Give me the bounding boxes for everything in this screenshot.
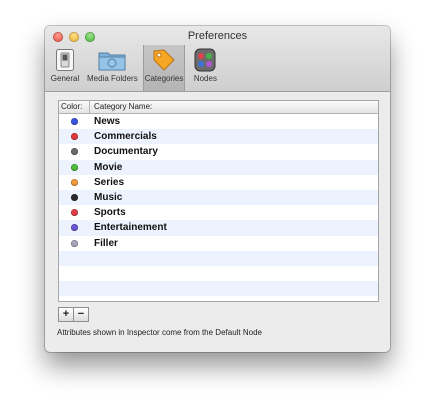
add-category-button[interactable]: + bbox=[58, 307, 74, 322]
column-header-color[interactable]: Color: bbox=[59, 101, 90, 113]
tab-nodes[interactable]: Nodes bbox=[188, 45, 222, 91]
tab-nodes-label: Nodes bbox=[193, 74, 217, 83]
table-row[interactable]: News bbox=[59, 114, 378, 129]
color-dot-icon[interactable] bbox=[71, 148, 78, 156]
table-row[interactable]: Series bbox=[59, 175, 378, 190]
preferences-toolbar: General Media Folders Categories Nodes bbox=[45, 45, 222, 91]
tab-categories[interactable]: Categories bbox=[142, 45, 186, 91]
tag-icon bbox=[149, 47, 179, 73]
light-switch-icon bbox=[50, 47, 80, 73]
table-row[interactable]: Movie bbox=[59, 159, 378, 175]
table-row[interactable]: Commercials bbox=[59, 129, 378, 145]
nodes-icon bbox=[190, 47, 220, 73]
category-name: Filler bbox=[94, 237, 118, 249]
table-body: News Commercials Documentary Movie Serie… bbox=[59, 114, 378, 297]
color-dot-icon[interactable] bbox=[71, 194, 78, 202]
table-row[interactable]: Entertainement bbox=[59, 220, 378, 236]
table-row[interactable]: Filler bbox=[59, 236, 378, 251]
color-dot-icon[interactable] bbox=[71, 178, 78, 186]
tab-general[interactable]: General bbox=[48, 45, 82, 91]
table-row[interactable]: Music bbox=[59, 189, 378, 206]
column-header-category-name[interactable]: Category Name: bbox=[90, 101, 152, 113]
folder-icon bbox=[97, 47, 127, 73]
category-name: Music bbox=[94, 192, 123, 204]
category-name: Sports bbox=[94, 207, 126, 219]
empty-row bbox=[59, 250, 378, 266]
category-name: News bbox=[94, 116, 121, 128]
category-name: Series bbox=[94, 176, 125, 188]
category-name: Entertainement bbox=[94, 222, 167, 234]
category-name: Movie bbox=[94, 161, 123, 173]
title-bar: Preferences General Media Folders Catego… bbox=[45, 26, 390, 92]
table-header: Color: Category Name: bbox=[59, 101, 378, 114]
preferences-window: Preferences General Media Folders Catego… bbox=[45, 26, 390, 352]
table-row[interactable]: Documentary bbox=[59, 144, 378, 159]
color-dot-icon[interactable] bbox=[71, 133, 78, 141]
categories-table: Color: Category Name: News Commercials D… bbox=[58, 100, 379, 302]
tab-categories-label: Categories bbox=[144, 74, 184, 83]
window-title: Preferences bbox=[187, 30, 248, 42]
inspector-note: Attributes shown in Inspector come from … bbox=[57, 328, 262, 337]
color-dot-icon[interactable] bbox=[71, 239, 78, 247]
color-dot-icon[interactable] bbox=[71, 224, 78, 232]
empty-row bbox=[59, 281, 378, 297]
tab-general-label: General bbox=[50, 74, 80, 83]
tab-media-folders-label: Media Folders bbox=[87, 74, 138, 83]
empty-row bbox=[59, 266, 378, 281]
category-name: Documentary bbox=[94, 146, 158, 158]
remove-category-button[interactable]: − bbox=[74, 307, 89, 322]
table-row[interactable]: Sports bbox=[59, 205, 378, 220]
color-dot-icon[interactable] bbox=[71, 209, 78, 217]
tab-media-folders[interactable]: Media Folders bbox=[85, 45, 140, 91]
add-remove-buttons: + − bbox=[58, 307, 89, 322]
color-dot-icon[interactable] bbox=[71, 118, 78, 126]
category-name: Commercials bbox=[94, 131, 157, 143]
color-dot-icon[interactable] bbox=[71, 163, 78, 171]
